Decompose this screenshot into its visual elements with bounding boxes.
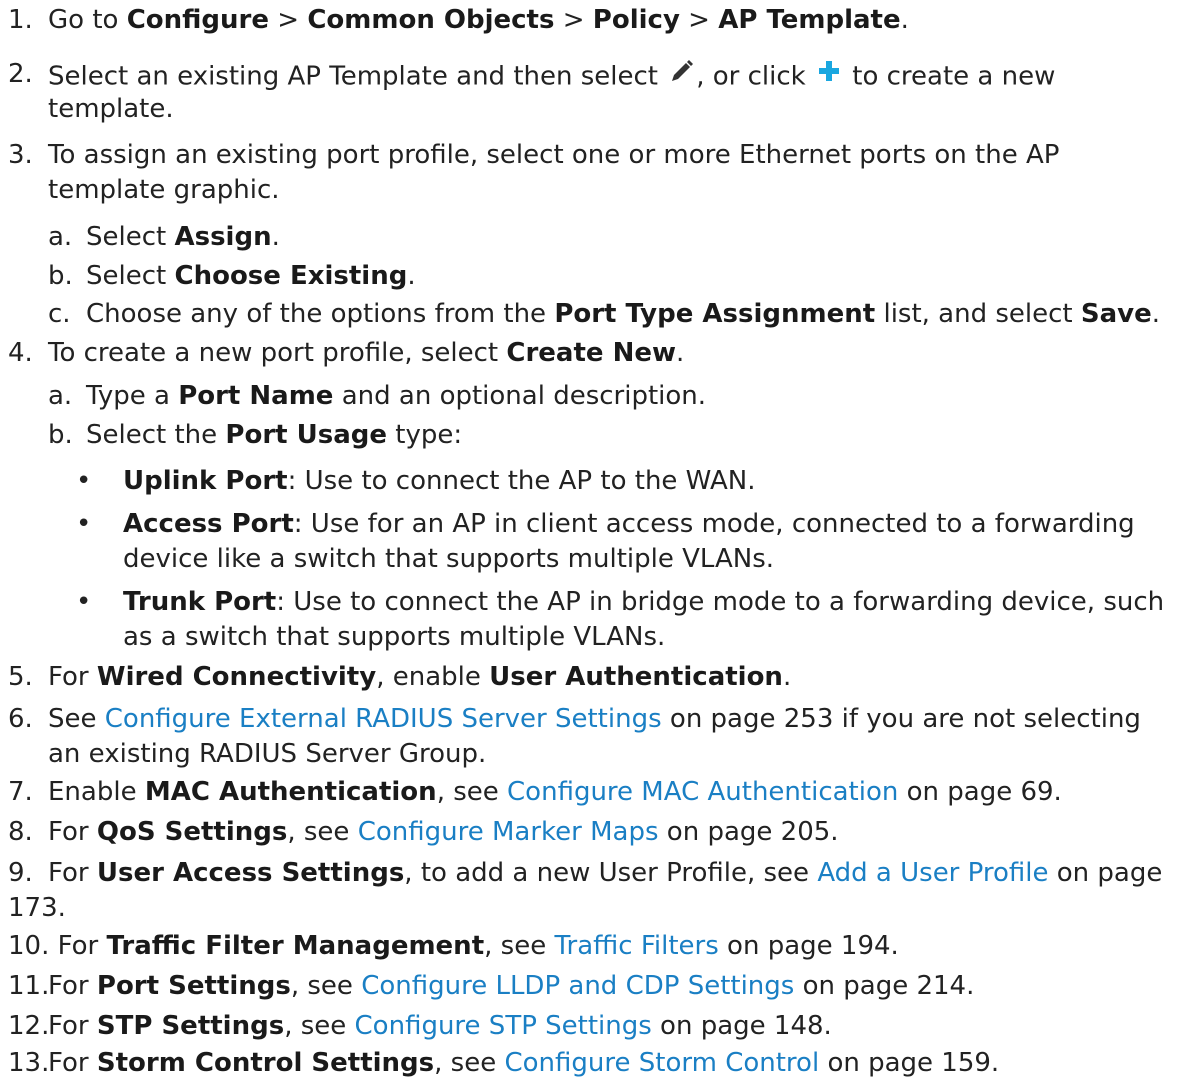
step-number: 9.	[8, 858, 33, 888]
step-text: For Storm Control Settings, see Configur…	[48, 1048, 1000, 1078]
substep-text: Select Choose Existing.	[86, 261, 416, 291]
substep-text: Select Assign.	[86, 222, 280, 252]
step-number: 11.	[8, 971, 50, 1001]
step-text: 10. For Traffic Filter Management, see T…	[8, 931, 899, 961]
ui-term: Uplink Port	[123, 466, 288, 496]
bullet-dot: •	[76, 466, 92, 496]
ui-term: Configure	[126, 5, 269, 35]
step-text-continued: template graphic.	[48, 175, 280, 205]
bullet-text: Access Port: Use for an AP in client acc…	[123, 509, 1135, 539]
step-number: 6.	[8, 704, 33, 734]
ui-term: Storm Control Settings	[96, 1048, 435, 1078]
bullet-text: Trunk Port: Use to connect the AP in bri…	[123, 587, 1165, 617]
substep-text: Type a Port Name and an optional descrip…	[86, 381, 707, 411]
ui-term: QoS Settings	[96, 817, 288, 847]
ui-term: STP Settings	[96, 1011, 285, 1041]
substep-letter: c.	[48, 299, 71, 329]
step-number: 1.	[8, 5, 33, 35]
bullet-text-continued: device like a switch that supports multi…	[123, 544, 775, 574]
link-configure-external-radius[interactable]: Configure External RADIUS Server Setting…	[105, 704, 662, 734]
step-text: Select an existing AP Template and then …	[48, 57, 1055, 97]
ui-term: MAC Authentication	[144, 777, 437, 807]
ui-term: AP Template	[718, 5, 901, 35]
link-configure-marker-maps[interactable]: Configure Marker Maps	[358, 817, 659, 847]
ui-term: Access Port	[123, 509, 294, 539]
step-text: For Wired Connectivity, enable User Auth…	[48, 662, 792, 692]
step-text-continued: 173.	[8, 893, 66, 923]
step-text-continued: an existing RADIUS Server Group.	[48, 739, 487, 769]
ui-term: Choose Existing	[174, 261, 408, 291]
ui-term: Port Type Assignment	[554, 299, 876, 329]
pencil-icon	[666, 57, 696, 97]
step-number: 4.	[8, 338, 33, 368]
step-text: See Configure External RADIUS Server Set…	[48, 704, 1141, 734]
ui-term: Port Settings	[96, 971, 291, 1001]
ui-term: Common Objects	[307, 5, 555, 35]
substep-letter: a.	[48, 222, 73, 252]
link-configure-lldp-cdp[interactable]: Configure LLDP and CDP Settings	[361, 971, 794, 1001]
bullet-text: Uplink Port: Use to connect the AP to th…	[123, 466, 756, 496]
ui-term: Assign	[174, 222, 272, 252]
step-text: Enable MAC Authentication, see Configure…	[48, 777, 1062, 807]
step-text: To create a new port profile, select Cre…	[48, 338, 685, 368]
ui-term: Wired Connectivity	[96, 662, 377, 692]
step-number: 3.	[8, 140, 33, 170]
bullet-text-continued: as a switch that supports multiple VLANs…	[123, 622, 666, 652]
step-text: To assign an existing port profile, sele…	[48, 140, 1060, 170]
step-number: 2.	[8, 59, 33, 89]
step-text: For STP Settings, see Configure STP Sett…	[48, 1011, 832, 1041]
step-number: 7.	[8, 777, 33, 807]
step-text-continued: template.	[48, 94, 174, 124]
step-text: For Port Settings, see Configure LLDP an…	[48, 971, 975, 1001]
plus-icon	[814, 57, 844, 97]
step-text: For QoS Settings, see Configure Marker M…	[48, 817, 839, 847]
substep-letter: a.	[48, 381, 73, 411]
link-traffic-filters[interactable]: Traffic Filters	[554, 931, 718, 961]
ui-term: User Access Settings	[96, 858, 405, 888]
step-number: 13.	[8, 1048, 50, 1078]
substep-letter: b.	[48, 261, 73, 291]
bullet-dot: •	[76, 587, 92, 617]
ui-term: Policy	[592, 5, 680, 35]
substep-text: Choose any of the options from the Port …	[86, 299, 1161, 329]
substep-text: Select the Port Usage type:	[86, 420, 463, 450]
ui-term: Create New	[506, 338, 676, 368]
step-number: 5.	[8, 662, 33, 692]
step-text: For User Access Settings, to add a new U…	[48, 858, 1163, 888]
step-number: 12.	[8, 1011, 50, 1041]
link-add-user-profile[interactable]: Add a User Profile	[817, 858, 1048, 888]
step-text: Go to Configure > Common Objects > Polic…	[48, 5, 909, 35]
ui-term: Port Name	[178, 381, 334, 411]
ui-term: Save	[1080, 299, 1152, 329]
ui-term: User Authentication	[489, 662, 783, 692]
ui-term: Traffic Filter Management	[106, 931, 485, 961]
substep-letter: b.	[48, 420, 73, 450]
link-configure-mac-authentication[interactable]: Configure MAC Authentication	[507, 777, 898, 807]
ui-term: Trunk Port	[123, 587, 277, 617]
step-number: 8.	[8, 817, 33, 847]
link-configure-storm-control[interactable]: Configure Storm Control	[504, 1048, 819, 1078]
ui-term: Port Usage	[225, 420, 388, 450]
link-configure-stp-settings[interactable]: Configure STP Settings	[355, 1011, 652, 1041]
bullet-dot: •	[76, 509, 92, 539]
